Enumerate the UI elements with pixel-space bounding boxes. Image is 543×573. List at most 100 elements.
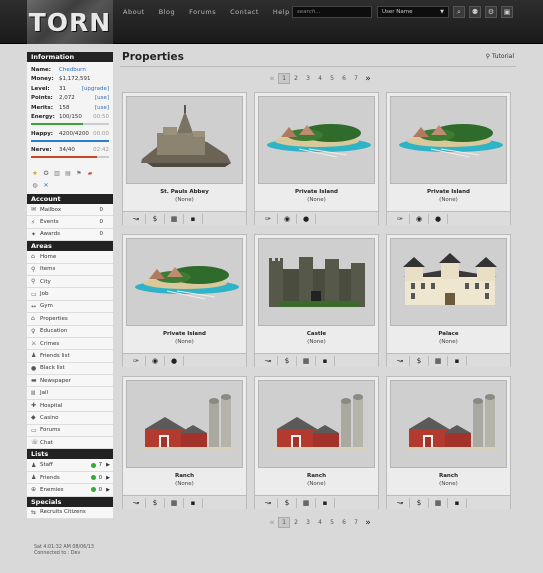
- nav-blog-link[interactable]: Blog: [159, 8, 175, 16]
- upgrade-icon[interactable]: ▪: [184, 213, 203, 224]
- sell-icon[interactable]: $: [278, 497, 297, 508]
- customize-icon[interactable]: ✑: [127, 355, 146, 366]
- medal-icon[interactable]: ✪: [42, 170, 50, 178]
- move-in-icon[interactable]: ↝: [259, 497, 278, 508]
- donator-icon[interactable]: ◍: [31, 182, 39, 190]
- account-item-awards[interactable]: ✦ Awards 0: [27, 228, 113, 242]
- pager-page[interactable]: 3: [302, 519, 314, 526]
- nav-forums-link[interactable]: Forums: [189, 8, 216, 16]
- player-name-link[interactable]: Chedburn: [59, 67, 86, 73]
- pager-page[interactable]: 6: [338, 75, 350, 82]
- flag-icon[interactable]: ⚑: [75, 170, 83, 178]
- sidebar-item-education[interactable]: ♀ Education: [27, 325, 113, 338]
- search-icon[interactable]: ⌕: [453, 6, 465, 18]
- property-image[interactable]: [258, 238, 375, 326]
- lease-icon[interactable]: ▦: [429, 497, 448, 508]
- special-item-recruit-citizens[interactable]: ⇆ Recruits Citizens: [27, 506, 113, 519]
- sidebar-item-crimes[interactable]: ⚔ Crimes: [27, 337, 113, 351]
- sell-icon[interactable]: $: [278, 355, 297, 366]
- pager-page[interactable]: 5: [326, 519, 338, 526]
- customize-icon[interactable]: ✑: [391, 213, 410, 224]
- move-in-icon[interactable]: ↝: [391, 355, 410, 366]
- building-icon[interactable]: ▥: [53, 170, 61, 178]
- points-use-link[interactable]: [use]: [95, 95, 109, 101]
- pager-page[interactable]: 6: [338, 519, 350, 526]
- briefcase-icon[interactable]: ▤: [64, 170, 72, 178]
- move-in-icon[interactable]: ↝: [127, 213, 146, 224]
- sidebar-item-home[interactable]: ⌂ Home: [27, 251, 113, 264]
- property-card[interactable]: Ranch (None) ↝ $ ▦ ▪: [122, 376, 247, 509]
- sidebar-item-jail[interactable]: Ⅲ Jail: [27, 387, 113, 400]
- property-image[interactable]: [390, 96, 507, 184]
- sell-icon[interactable]: $: [146, 497, 165, 508]
- people-icon[interactable]: ⚉: [469, 6, 481, 18]
- sidebar-item-job[interactable]: ▭ Job: [27, 288, 113, 301]
- lock-icon[interactable]: ▣: [501, 6, 513, 18]
- merits-use-link[interactable]: [use]: [95, 105, 109, 111]
- sidebar-item-friends-list[interactable]: ♟ Friends list: [27, 350, 113, 363]
- pager-page[interactable]: 2: [290, 519, 302, 526]
- pager-page[interactable]: 7: [350, 519, 362, 526]
- staff-icon[interactable]: ◉: [278, 213, 297, 224]
- list-item-staff[interactable]: ♟ Staff 7 ▶: [27, 459, 113, 472]
- pager-page[interactable]: 1: [278, 517, 290, 528]
- customize-icon[interactable]: ✑: [259, 213, 278, 224]
- staff-icon[interactable]: ◉: [146, 355, 165, 366]
- upgrade-icon[interactable]: ▪: [448, 497, 467, 508]
- nav-about-link[interactable]: About: [123, 8, 145, 16]
- property-image[interactable]: [390, 238, 507, 326]
- sidebar-item-casino[interactable]: ◆ Casino: [27, 412, 113, 425]
- sell-icon[interactable]: $: [146, 213, 165, 224]
- expand-arrow-icon[interactable]: ▶: [106, 462, 110, 468]
- sidebar-item-properties[interactable]: ⌂ Properties: [27, 313, 113, 326]
- pager-page[interactable]: 7: [350, 75, 362, 82]
- sidebar-item-forums[interactable]: ▭ Forums: [27, 424, 113, 438]
- upgrade-icon[interactable]: ▪: [448, 355, 467, 366]
- pager-page[interactable]: 5: [326, 75, 338, 82]
- property-card[interactable]: St. Pauls Abbey (None) ↝ $ ▦ ▪: [122, 92, 247, 225]
- upgrade-icon[interactable]: ▪: [184, 497, 203, 508]
- sidebar-item-black-list[interactable]: ● Black list: [27, 362, 113, 376]
- property-card[interactable]: Private Island (None) ✑ ◉ ●: [254, 92, 379, 225]
- property-card[interactable]: Private Island (None) ✑ ◉ ●: [122, 234, 247, 367]
- sidebar-item-chat[interactable]: ☏ Chat: [27, 437, 113, 450]
- search-input[interactable]: search...: [292, 6, 372, 18]
- gear-icon[interactable]: ⚙: [485, 6, 497, 18]
- property-card[interactable]: Ranch (None) ↝ $ ▦ ▪: [254, 376, 379, 509]
- tutorial-link[interactable]: ⚲ Tutorial: [486, 53, 514, 60]
- upgrade-icon[interactable]: ▪: [316, 497, 335, 508]
- star-icon[interactable]: ★: [31, 170, 39, 178]
- property-card[interactable]: Ranch (None) ↝ $ ▦ ▪: [386, 376, 511, 509]
- pager-last[interactable]: »: [362, 518, 374, 528]
- list-item-enemies[interactable]: ⊕ Enemies 0 ▶: [27, 484, 113, 497]
- nav-help-link[interactable]: Help: [273, 8, 290, 16]
- vault-icon[interactable]: ●: [297, 213, 316, 224]
- sidebar-item-gym[interactable]: ↔ Gym: [27, 300, 113, 314]
- property-card[interactable]: Palace (None) ↝ $ ▦ ▪: [386, 234, 511, 367]
- property-image[interactable]: [258, 96, 375, 184]
- move-in-icon[interactable]: ↝: [391, 497, 410, 508]
- faction-icon[interactable]: ▰: [86, 170, 94, 178]
- torn-logo[interactable]: TORN: [27, 0, 113, 44]
- vault-icon[interactable]: ●: [165, 355, 184, 366]
- pager-first[interactable]: «: [266, 518, 278, 528]
- pager-page[interactable]: 2: [290, 75, 302, 82]
- pager-page[interactable]: 4: [314, 519, 326, 526]
- property-image[interactable]: [390, 380, 507, 468]
- pager-page[interactable]: 4: [314, 75, 326, 82]
- property-card[interactable]: Castle (None) ↝ $ ▦ ▪: [254, 234, 379, 367]
- staff-icon[interactable]: ◉: [410, 213, 429, 224]
- property-image[interactable]: [126, 380, 243, 468]
- property-card[interactable]: Private Island (None) ✑ ◉ ●: [386, 92, 511, 225]
- pager-first[interactable]: «: [266, 74, 278, 84]
- property-image[interactable]: [126, 238, 243, 326]
- sidebar-item-hospital[interactable]: ✚ Hospital: [27, 399, 113, 413]
- expand-arrow-icon[interactable]: ▶: [106, 487, 110, 493]
- account-item-events[interactable]: ⚡ Events 0: [27, 216, 113, 229]
- upgrade-icon[interactable]: ▪: [316, 355, 335, 366]
- upgrade-link[interactable]: [upgrade]: [82, 86, 109, 92]
- sidebar-item-newspaper[interactable]: ▬ Newspaper: [27, 375, 113, 388]
- pager-last[interactable]: »: [362, 74, 374, 84]
- account-item-mailbox[interactable]: ✉ Mailbox 0: [27, 204, 113, 217]
- sidebar-item-city[interactable]: ⚲ City: [27, 275, 113, 289]
